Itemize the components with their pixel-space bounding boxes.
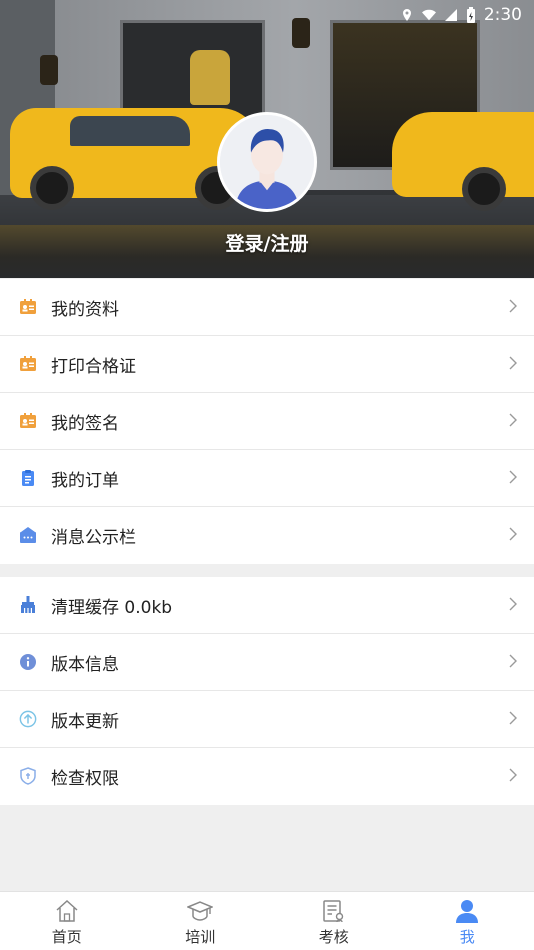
graduation-cap-icon bbox=[187, 901, 214, 921]
id-card-icon bbox=[19, 298, 37, 316]
chevron-right-icon bbox=[509, 413, 517, 427]
tab-label: 首页 bbox=[51, 928, 82, 946]
chevron-right-icon bbox=[509, 470, 517, 484]
person-avatar-icon bbox=[220, 115, 314, 209]
menu-item-label: 版本信息 bbox=[51, 654, 119, 675]
menu-item-label: 版本更新 bbox=[51, 711, 119, 732]
location-icon bbox=[402, 9, 411, 21]
menu-item-check-permissions[interactable]: 检查权限 bbox=[0, 748, 534, 805]
header-lamp bbox=[292, 18, 310, 48]
menu-item-label: 我的签名 bbox=[51, 413, 119, 434]
id-card-icon bbox=[19, 355, 37, 373]
broom-icon bbox=[19, 596, 37, 614]
menu-item-label: 检查权限 bbox=[51, 769, 119, 789]
menu-item-label: 我的订单 bbox=[51, 470, 119, 491]
header-lamp bbox=[40, 55, 58, 85]
menu-item-version-update[interactable]: 版本更新 bbox=[0, 691, 534, 748]
tab-label: 考核 bbox=[318, 928, 349, 946]
header-taxi bbox=[392, 112, 534, 211]
tab-home[interactable]: 首页 bbox=[0, 892, 134, 950]
menu-item-label: 打印合格证 bbox=[51, 356, 136, 377]
menu-item-label: 消息公示栏 bbox=[51, 528, 136, 548]
id-card-icon bbox=[19, 412, 37, 430]
shield-icon bbox=[19, 767, 37, 785]
signal-icon bbox=[444, 9, 457, 21]
menu-item-bulletin-board[interactable]: 消息公示栏 bbox=[0, 507, 534, 564]
menu-item-my-signature[interactable]: 我的签名 bbox=[0, 393, 534, 450]
status-bar: 2:30 bbox=[400, 4, 522, 26]
chevron-right-icon bbox=[509, 654, 517, 668]
chevron-right-icon bbox=[509, 356, 517, 370]
tab-label: 我 bbox=[459, 928, 475, 946]
menu-group-system: 清理缓存 0.0kb 版本信息 版本更新 检查权限 bbox=[0, 577, 534, 805]
chevron-right-icon bbox=[509, 299, 517, 313]
menu-item-my-profile[interactable]: 我的资料 bbox=[0, 279, 534, 336]
chevron-right-icon bbox=[509, 711, 517, 725]
tab-training[interactable]: 培训 bbox=[134, 892, 268, 950]
person-icon bbox=[456, 900, 479, 923]
bulletin-icon bbox=[19, 526, 37, 544]
menu-item-print-certificate[interactable]: 打印合格证 bbox=[0, 336, 534, 393]
chevron-right-icon bbox=[509, 768, 517, 782]
info-icon bbox=[19, 653, 37, 671]
menu-item-clear-cache[interactable]: 清理缓存 0.0kb bbox=[0, 577, 534, 634]
menu-item-my-orders[interactable]: 我的订单 bbox=[0, 450, 534, 507]
upload-circle-icon bbox=[19, 710, 37, 728]
profile-header: 2:30 登录/注册 bbox=[0, 0, 534, 278]
login-register-link[interactable]: 登录/注册 bbox=[0, 229, 534, 256]
tab-label: 培训 bbox=[185, 928, 216, 946]
wifi-icon bbox=[421, 9, 436, 21]
tab-me[interactable]: 我 bbox=[401, 892, 534, 950]
home-icon bbox=[56, 899, 78, 922]
menu-item-label: 清理缓存 0.0kb bbox=[51, 597, 173, 618]
menu-group-account: 我的资料 打印合格证 我的签名 我的订单 消息公示栏 bbox=[0, 279, 534, 564]
clipboard-icon bbox=[19, 469, 37, 487]
menu-item-version-info[interactable]: 版本信息 bbox=[0, 634, 534, 691]
avatar[interactable] bbox=[217, 112, 317, 212]
menu-item-label: 我的资料 bbox=[51, 299, 119, 320]
status-time: 2:30 bbox=[483, 5, 522, 25]
battery-icon bbox=[466, 7, 475, 23]
header-statue bbox=[190, 50, 230, 105]
exam-icon bbox=[323, 900, 343, 923]
chevron-right-icon bbox=[509, 597, 517, 611]
chevron-right-icon bbox=[509, 527, 517, 541]
tab-exam[interactable]: 考核 bbox=[267, 892, 401, 950]
bottom-nav: 首页 培训 考核 我 bbox=[0, 891, 534, 950]
